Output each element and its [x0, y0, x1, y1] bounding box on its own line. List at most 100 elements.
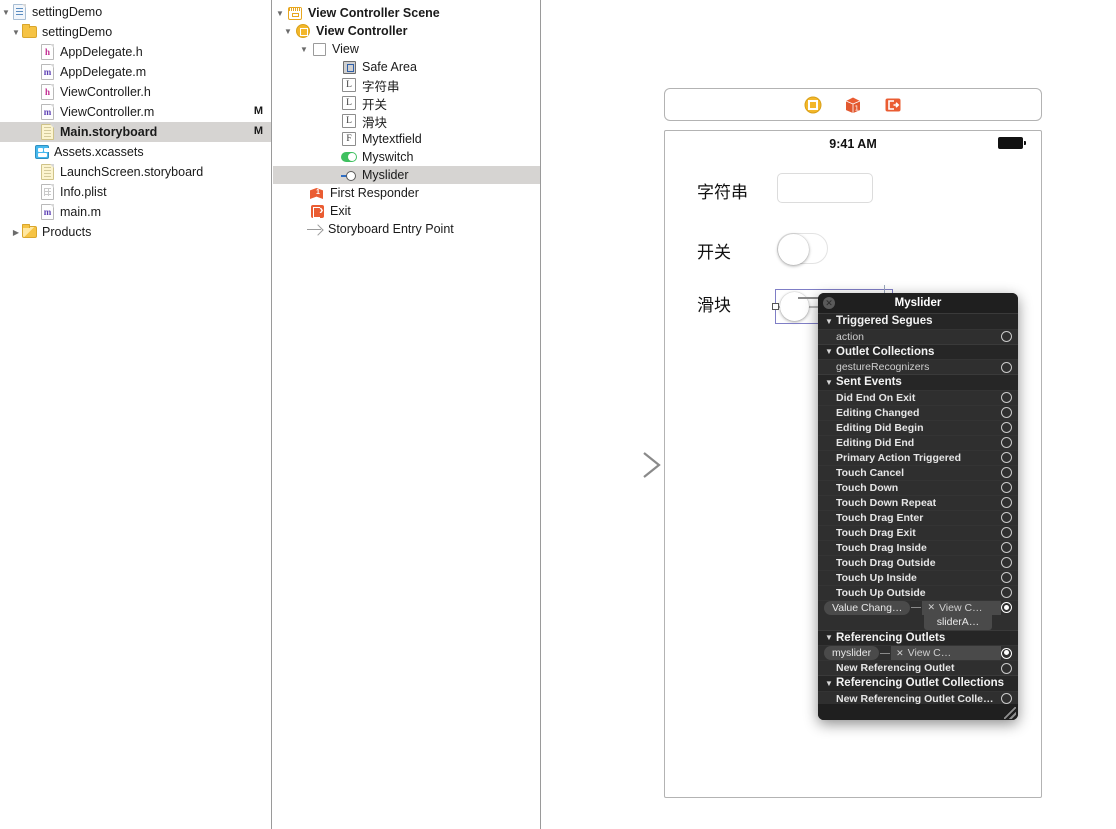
text-field[interactable]: [777, 173, 873, 203]
outline-row[interactable]: ▼ View Controller Scene: [273, 4, 540, 22]
outline-row[interactable]: ▼ View: [273, 40, 540, 58]
outline-row[interactable]: L 字符串: [273, 76, 540, 94]
navigator-row[interactable]: Assets.xcassets: [0, 142, 271, 162]
disclosure-none: [28, 82, 40, 102]
disclosure-down-icon[interactable]: ▼: [822, 378, 836, 387]
connection-row[interactable]: Editing Did Begin: [818, 419, 1018, 435]
connection-well-empty[interactable]: [1001, 482, 1012, 493]
connection-row[interactable]: Touch Down Repeat: [818, 494, 1018, 510]
navigator-row[interactable]: m main.m: [0, 202, 271, 222]
disconnect-icon[interactable]: ✕: [896, 648, 904, 659]
outline-row[interactable]: L 滑块: [273, 112, 540, 130]
navigator-row[interactable]: Main.storyboard M: [0, 122, 271, 142]
connection-well-empty[interactable]: [1001, 527, 1012, 538]
switch-control[interactable]: [777, 233, 828, 265]
navigator-row[interactable]: ▼ settingDemo: [0, 22, 271, 42]
connection-well-empty[interactable]: [1001, 662, 1012, 674]
navigator-row[interactable]: m ViewController.m M: [0, 102, 271, 122]
connection-row[interactable]: Editing Did End: [818, 434, 1018, 450]
connection-row[interactable]: Touch Down: [818, 479, 1018, 495]
switch-knob[interactable]: [778, 234, 809, 265]
outline-row[interactable]: Exit: [273, 202, 540, 220]
connection-well-filled[interactable]: [1001, 647, 1012, 659]
connection-well-empty[interactable]: [1001, 467, 1012, 478]
disclosure-down-icon[interactable]: ▼: [0, 2, 12, 22]
navigator-row[interactable]: ▶ Products: [0, 222, 271, 242]
connection-well-empty[interactable]: [1001, 693, 1012, 704]
disclosure-down-icon[interactable]: ▼: [822, 679, 836, 688]
connection-well-empty[interactable]: [1001, 587, 1012, 598]
connection-row[interactable]: Did End On Exit: [818, 389, 1018, 405]
close-icon[interactable]: ✕: [823, 297, 835, 309]
disclosure-down-icon[interactable]: ▼: [297, 40, 311, 58]
resize-handle-icon[interactable]: [1004, 707, 1016, 719]
outline-row[interactable]: F Mytextfield: [273, 130, 540, 148]
connection-well-empty[interactable]: [1001, 392, 1012, 403]
outline-row[interactable]: Storyboard Entry Point: [273, 220, 540, 238]
connection-well-empty[interactable]: [1001, 572, 1012, 583]
connection-well-filled[interactable]: [1001, 602, 1012, 613]
connection-well-empty[interactable]: [1001, 497, 1012, 508]
disconnect-icon[interactable]: ✕: [927, 602, 935, 613]
connection-target[interactable]: ✕ View C…: [922, 600, 1001, 615]
connection-row[interactable]: myslider ✕ View C…: [818, 645, 1018, 660]
disclosure-down-icon[interactable]: ▼: [273, 4, 287, 22]
disclosure-down-icon[interactable]: ▼: [281, 22, 295, 40]
connection-well-empty[interactable]: [1001, 512, 1012, 523]
connection-well-empty[interactable]: [1001, 361, 1012, 373]
connection-drag-arrow: [558, 452, 661, 478]
connection-row[interactable]: Touch Cancel: [818, 464, 1018, 480]
disclosure-down-icon[interactable]: ▼: [822, 317, 836, 326]
outline-row[interactable]: First Responder: [273, 184, 540, 202]
connections-group-header[interactable]: ▼ Triggered Segues: [818, 313, 1018, 329]
connection-row[interactable]: Touch Drag Inside: [818, 539, 1018, 555]
connection-well-empty[interactable]: [1001, 452, 1012, 463]
disclosure-right-icon[interactable]: ▶: [10, 222, 22, 242]
connections-group-header[interactable]: ▼ Sent Events: [818, 374, 1018, 390]
connection-target-label: View C…: [907, 647, 952, 659]
connection-row[interactable]: Touch Up Outside: [818, 584, 1018, 600]
connections-popup[interactable]: ✕ Myslider ▼ Triggered Segues action ▼ Outle…: [818, 293, 1018, 720]
connection-row[interactable]: New Referencing Outlet: [818, 660, 1018, 675]
disclosure-down-icon[interactable]: ▼: [822, 633, 836, 642]
connection-row[interactable]: gestureRecognizers: [818, 359, 1018, 374]
connection-well-empty[interactable]: [1001, 331, 1012, 342]
outline-row[interactable]: Myswitch: [273, 148, 540, 166]
connection-well-empty[interactable]: [1001, 407, 1012, 418]
navigator-row[interactable]: ▼ settingDemo: [0, 2, 271, 22]
connection-row[interactable]: Touch Drag Enter: [818, 509, 1018, 525]
disclosure-down-icon[interactable]: ▼: [822, 347, 836, 356]
navigator-row[interactable]: Info.plist: [0, 182, 271, 202]
connection-row[interactable]: action: [818, 328, 1018, 344]
connection-row[interactable]: Touch Drag Outside: [818, 554, 1018, 570]
connection-row[interactable]: Touch Drag Exit: [818, 524, 1018, 540]
connection-row[interactable]: Primary Action Triggered: [818, 449, 1018, 465]
connection-well-empty[interactable]: [1001, 542, 1012, 553]
disclosure-down-icon[interactable]: ▼: [10, 22, 22, 42]
first-responder-icon[interactable]: 1: [844, 96, 862, 114]
navigator-row[interactable]: h AppDelegate.h: [0, 42, 271, 62]
navigator-row[interactable]: h ViewController.h: [0, 82, 271, 102]
connection-row[interactable]: Editing Changed: [818, 404, 1018, 420]
connection-row-label: New Referencing Outlet Colle…: [836, 692, 994, 705]
connection-target[interactable]: ✕ View C…: [891, 646, 1001, 660]
connection-row[interactable]: Touch Up Inside: [818, 569, 1018, 585]
navigator-row[interactable]: m AppDelegate.m: [0, 62, 271, 82]
label-icon: L: [341, 113, 357, 129]
outline-row[interactable]: Safe Area: [273, 58, 540, 76]
connection-well-empty[interactable]: [1001, 422, 1012, 433]
connections-group-header[interactable]: ▼ Referencing Outlet Collections: [818, 675, 1018, 691]
outline-row[interactable]: L 开关: [273, 94, 540, 112]
navigator-row[interactable]: LaunchScreen.storyboard: [0, 162, 271, 182]
connection-row[interactable]: Value Chang… ✕ View C…: [818, 599, 1018, 615]
connections-group-header[interactable]: ▼ Outlet Collections: [818, 343, 1018, 359]
connection-well-empty[interactable]: [1001, 557, 1012, 568]
outline-row[interactable]: ▼ View Controller: [273, 22, 540, 40]
exit-icon[interactable]: [884, 96, 902, 114]
outline-row[interactable]: Myslider: [273, 166, 540, 184]
outline-row-label: View Controller: [316, 24, 408, 38]
view-controller-icon[interactable]: [804, 96, 822, 114]
connection-well-empty[interactable]: [1001, 437, 1012, 448]
scene-dock[interactable]: 1: [664, 88, 1042, 121]
connections-group-header[interactable]: ▼ Referencing Outlets: [818, 629, 1018, 645]
